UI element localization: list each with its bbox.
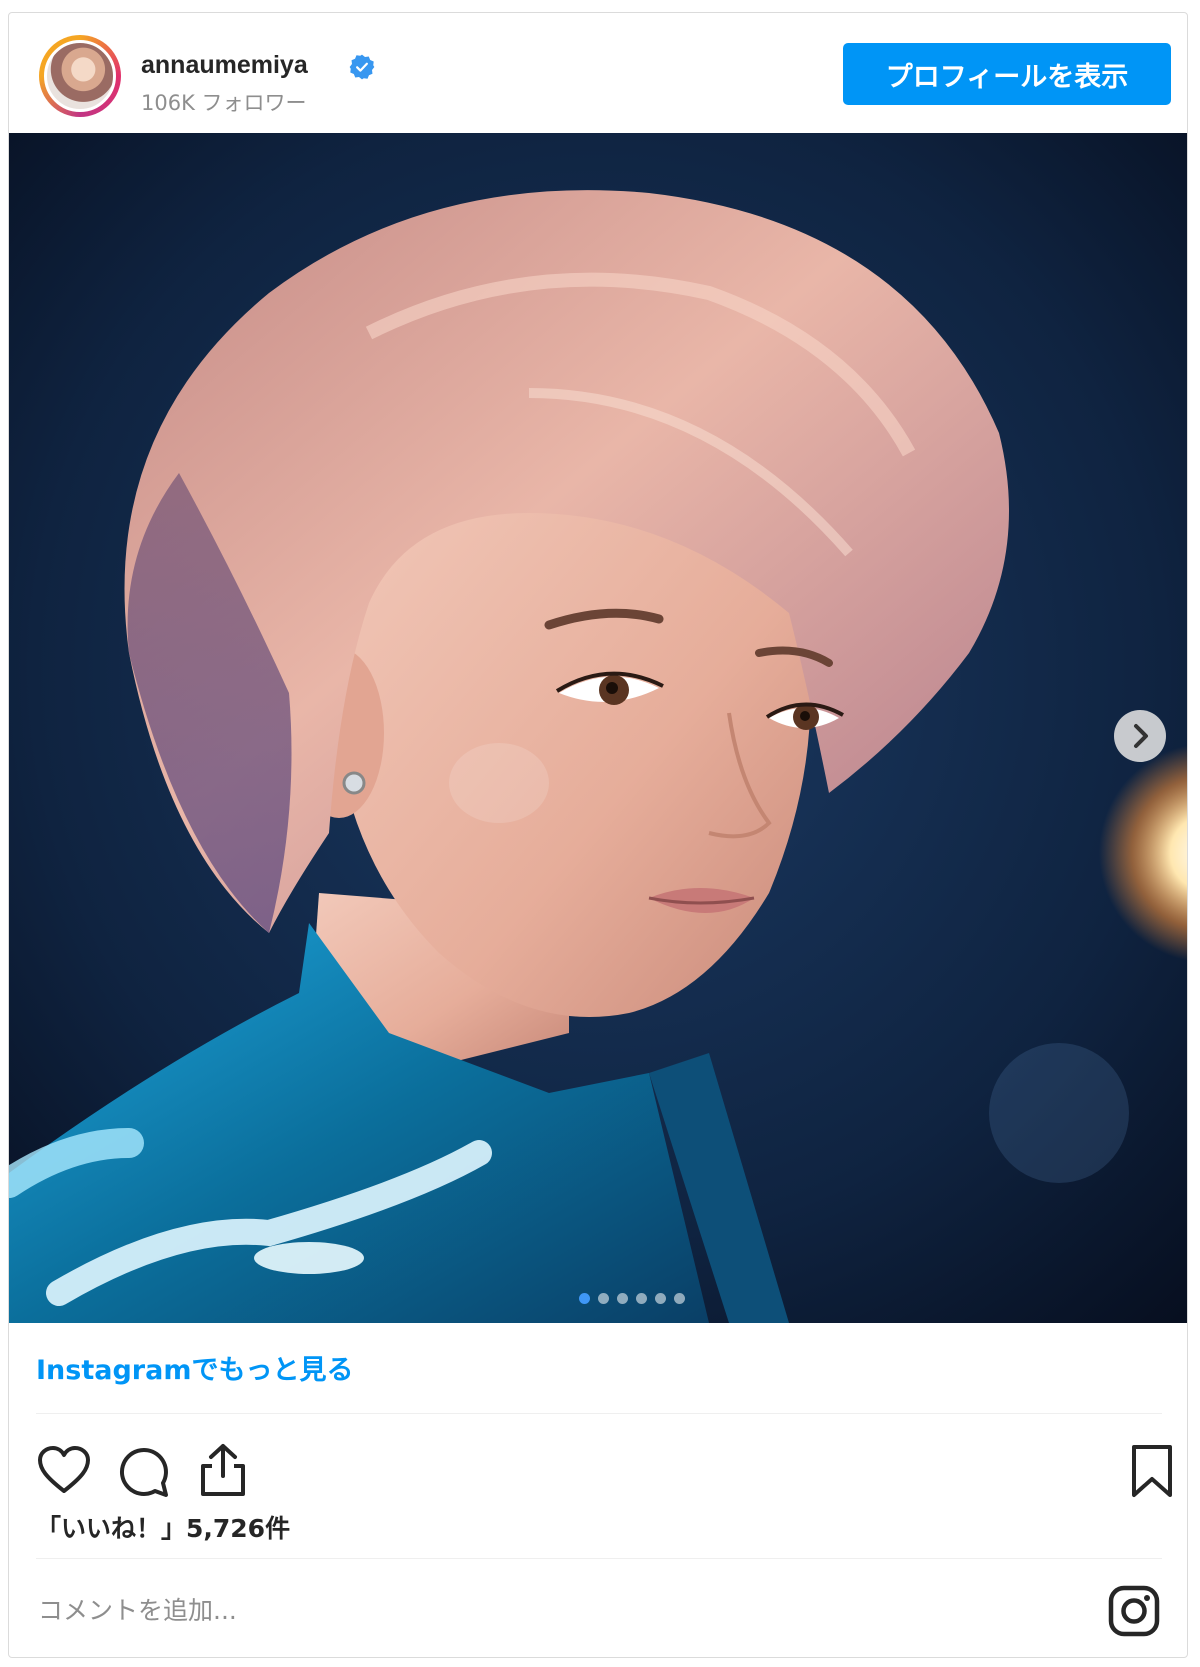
instagram-logo-icon[interactable] <box>1108 1585 1160 1637</box>
verified-badge-icon <box>349 54 375 80</box>
follower-count: 106K フォロワー <box>141 91 307 115</box>
post-header: annaumemiya 106K フォロワー プロフィールを表示 <box>9 13 1187 133</box>
post-image[interactable] <box>9 133 1187 1323</box>
share-icon[interactable] <box>197 1442 249 1498</box>
carousel-dot <box>655 1293 666 1304</box>
view-profile-button[interactable]: プロフィールを表示 <box>843 43 1171 105</box>
instagram-embed: annaumemiya 106K フォロワー プロフィールを表示 Instagr… <box>8 12 1188 1658</box>
like-count: 「いいね！」5,726件 <box>36 1514 291 1543</box>
bookmark-icon[interactable] <box>1130 1443 1174 1499</box>
chevron-right-icon <box>1134 724 1148 748</box>
carousel-dot <box>636 1293 647 1304</box>
carousel-dot <box>579 1293 590 1304</box>
carousel-dot <box>617 1293 628 1304</box>
portrait-image <box>9 133 1187 1323</box>
avatar[interactable] <box>39 35 121 117</box>
carousel-dot <box>674 1293 685 1304</box>
heart-icon[interactable] <box>36 1445 92 1497</box>
carousel-dot <box>598 1293 609 1304</box>
divider <box>36 1413 1162 1414</box>
comment-input[interactable] <box>36 1587 1040 1633</box>
username[interactable]: annaumemiya <box>141 51 308 80</box>
avatar-icon <box>44 40 116 112</box>
carousel-next-button[interactable] <box>1114 710 1166 762</box>
comment-bubble-icon[interactable] <box>117 1445 171 1499</box>
carousel-indicator <box>579 1289 693 1304</box>
view-more-on-instagram-link[interactable]: Instagramでもっと見る <box>36 1348 353 1387</box>
divider <box>36 1558 1162 1559</box>
